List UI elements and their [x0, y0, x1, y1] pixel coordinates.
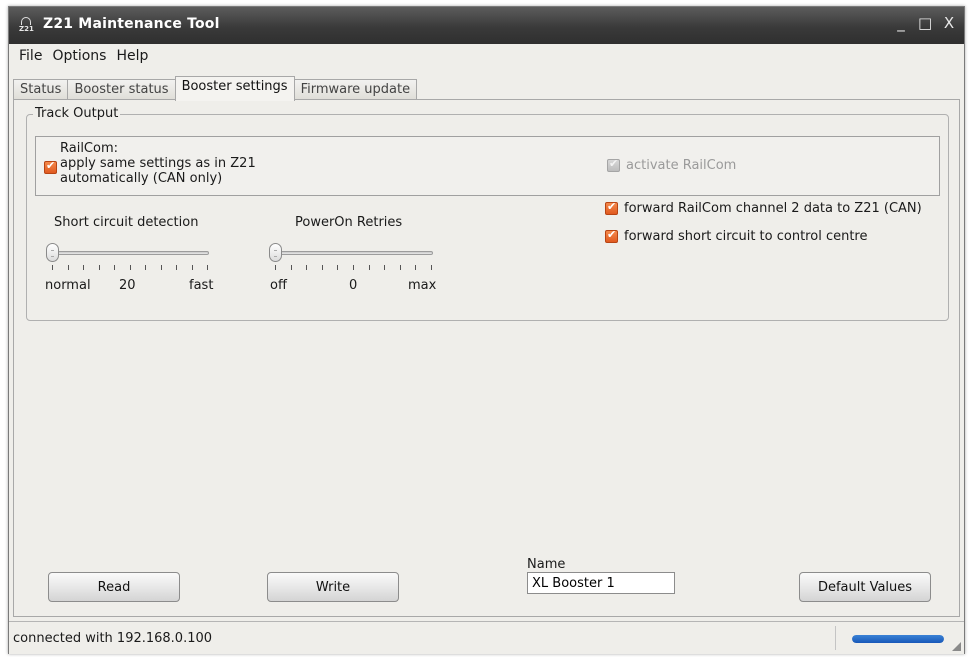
short-circuit-ticks	[52, 265, 208, 271]
menu-file[interactable]: File	[15, 48, 46, 64]
menu-help[interactable]: Help	[112, 48, 152, 64]
forward-short-label: forward short circuit to control centre	[624, 229, 868, 244]
name-input[interactable]	[527, 572, 675, 594]
slider-tick	[192, 265, 193, 270]
slider-tick	[322, 265, 323, 270]
tab-status[interactable]: Status	[13, 79, 69, 101]
progress-fill	[852, 635, 944, 643]
slider-tick	[306, 265, 307, 270]
slider-tick	[400, 265, 401, 270]
slider-tick	[337, 265, 338, 270]
short-circuit-title: Short circuit detection	[54, 215, 199, 230]
slider-tick	[52, 265, 53, 270]
slider-tick	[275, 265, 276, 270]
activate-railcom-checkbox[interactable]	[607, 157, 620, 172]
connection-progress-bar	[852, 635, 944, 643]
slider-tick	[130, 265, 131, 270]
main-window: Z21 Z21 Maintenance Tool _ □ X File Opti…	[8, 6, 965, 654]
slider-tick	[114, 265, 115, 270]
activate-railcom-label: activate RailCom	[626, 158, 737, 173]
slider-tick	[431, 265, 432, 270]
read-button[interactable]: Read	[48, 572, 180, 602]
minimize-icon[interactable]: _	[894, 14, 908, 32]
slider-tick	[68, 265, 69, 270]
maximize-icon[interactable]: □	[918, 14, 932, 32]
slider-tick	[83, 265, 84, 270]
railcom-label: RailCom:	[60, 141, 119, 156]
short-circuit-min-label: normal	[45, 278, 91, 293]
tab-booster-settings[interactable]: Booster settings	[174, 76, 295, 101]
slider-tick	[161, 265, 162, 270]
track-output-title: Track Output	[33, 106, 121, 121]
slider-tick	[353, 265, 354, 270]
forward-short-checkbox[interactable]	[605, 228, 618, 243]
slider-tick	[207, 265, 208, 270]
track-output-group: Track Output RailCom: apply same setting…	[26, 106, 949, 321]
slider-tick	[176, 265, 177, 270]
forward-short-option[interactable]: forward short circuit to control centre	[605, 228, 868, 244]
window-title: Z21 Maintenance Tool	[43, 16, 220, 32]
app-icon: Z21	[19, 17, 34, 35]
menu-options[interactable]: Options	[48, 48, 110, 64]
slider-tick	[99, 265, 100, 270]
poweron-max-label: max	[408, 278, 437, 293]
forward-railcom-option[interactable]: forward RailCom channel 2 data to Z21 (C…	[605, 200, 922, 216]
forward-railcom-checkbox[interactable]	[605, 200, 618, 215]
read-button-label: Read	[97, 579, 131, 595]
poweron-ticks	[275, 265, 432, 271]
forward-railcom-label: forward RailCom channel 2 data to Z21 (C…	[624, 201, 922, 216]
activate-railcom-option[interactable]: activate RailCom	[607, 157, 737, 173]
menu-bar: File Options Help	[9, 44, 964, 68]
slider-tick	[415, 265, 416, 270]
poweron-min-label: off	[270, 278, 287, 293]
poweron-slider-handle[interactable]	[269, 243, 282, 262]
railcom-frame: RailCom: apply same settings as in Z21 a…	[35, 136, 940, 196]
slider-tick	[145, 265, 146, 270]
name-label: Name	[527, 557, 566, 572]
resize-grip-icon[interactable]	[952, 642, 961, 651]
railcom-same-settings-checkbox[interactable]	[44, 159, 57, 174]
close-icon[interactable]: X	[942, 14, 956, 32]
slider-tick	[384, 265, 385, 270]
write-button[interactable]: Write	[267, 572, 399, 602]
slider-tick	[291, 265, 292, 270]
short-circuit-max-label: fast	[189, 278, 214, 293]
poweron-value: 0	[349, 278, 358, 293]
poweron-retries-title: PowerOn Retries	[295, 215, 403, 230]
slider-tick	[369, 265, 370, 270]
tab-firmware-update[interactable]: Firmware update	[293, 79, 418, 101]
short-circuit-slider-track[interactable]	[47, 251, 209, 255]
tab-bar: Status Booster status Booster settings F…	[13, 76, 418, 101]
write-button-label: Write	[315, 579, 351, 595]
tab-booster-status[interactable]: Booster status	[67, 79, 176, 101]
railcom-same-settings-label-2[interactable]: automatically (CAN only)	[60, 171, 256, 186]
railcom-same-settings-label[interactable]: apply same settings as in Z21	[60, 156, 256, 171]
short-circuit-value: 20	[119, 278, 136, 293]
poweron-slider-track[interactable]	[270, 251, 433, 255]
default-values-button[interactable]: Default Values	[799, 572, 931, 602]
booster-settings-panel: Track Output RailCom: apply same setting…	[13, 99, 960, 617]
default-values-button-label: Default Values	[817, 579, 913, 595]
title-bar[interactable]: Z21 Z21 Maintenance Tool _ □ X	[9, 7, 964, 44]
status-bar: connected with 192.168.0.100	[9, 621, 964, 654]
connection-status: connected with 192.168.0.100	[13, 631, 213, 646]
short-circuit-slider-handle[interactable]	[46, 243, 59, 262]
